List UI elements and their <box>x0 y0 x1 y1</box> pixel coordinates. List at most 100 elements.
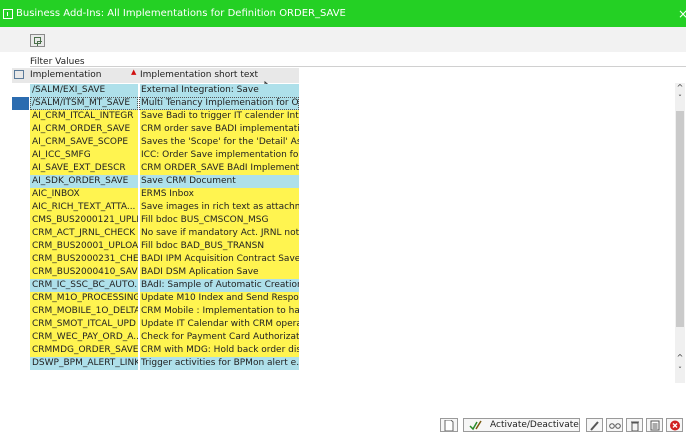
short-text-cell[interactable]: BADI IPM Acquisition Contract Save <box>139 253 299 266</box>
row-selector[interactable] <box>12 201 29 214</box>
short-text-cell[interactable]: Fill bdoc BUS_CMSCON_MSG <box>139 214 299 227</box>
scroll-page-up-icon[interactable]: ^ <box>675 353 685 362</box>
row-selector[interactable] <box>12 240 29 253</box>
short-text-cell[interactable]: Fill bdoc BAD_BUS_TRANSN <box>139 240 299 253</box>
short-text-cell[interactable]: Multi Tenancy Implemenation for Ord... <box>139 97 299 110</box>
implementation-cell[interactable]: CRM_BUS20001_UPLOAD <box>30 240 138 253</box>
table-row[interactable]: AIC_RICH_TEXT_ATTA... Save images in rich… <box>12 201 299 214</box>
row-selector[interactable] <box>12 331 29 344</box>
row-selector[interactable] <box>12 123 29 136</box>
scroll-down-icon[interactable]: ˇ <box>675 94 685 103</box>
implementation-cell[interactable]: AI_CRM_ITCAL_INTEGR <box>30 110 138 123</box>
row-selector[interactable] <box>12 227 29 240</box>
table-row[interactable]: AI_SDK_ORDER_SAVE Save CRM Document <box>12 175 299 188</box>
row-selector[interactable] <box>12 97 29 110</box>
table-row[interactable]: CMS_BUS2000121_UPLD Fill bdoc BUS_CMSCON_… <box>12 214 299 227</box>
table-row[interactable]: CRM_BUS20001_UPLOAD Fill bdoc BAD_BUS_TRA… <box>12 240 299 253</box>
table-row[interactable]: AI_CRM_ITCAL_INTEGR Save Badi to trigger … <box>12 110 299 123</box>
implementation-cell[interactable]: CRM_BUS2000231_CHE... <box>30 253 138 266</box>
short-text-cell[interactable]: ERMS Inbox <box>139 188 299 201</box>
table-row[interactable]: CRM_IC_SSC_BC_AUTO... BAdI: Sample of Aut… <box>12 279 299 292</box>
row-selector[interactable] <box>12 292 29 305</box>
filter-settings-button[interactable] <box>30 34 45 47</box>
short-text-cell[interactable]: Save images in rich text as attachme... <box>139 201 299 214</box>
table-row[interactable]: DSWP_BPM_ALERT_LINK Trigger activities fo… <box>12 357 299 370</box>
implementation-cell[interactable]: CMS_BUS2000121_UPLD <box>30 214 138 227</box>
table-row[interactable]: CRM_M1O_PROCESSING Update M10 Index and S… <box>12 292 299 305</box>
row-selector[interactable] <box>12 188 29 201</box>
short-text-cell[interactable]: CRM with MDG: Hold back order distri... <box>139 344 299 357</box>
implementation-cell[interactable]: CRM_WEC_PAY_ORD_A... <box>30 331 138 344</box>
scroll-page-down-icon[interactable]: ˇ <box>675 366 685 375</box>
table-row[interactable]: AI_CRM_SAVE_SCOPE Saves the 'Scope' for t… <box>12 136 299 149</box>
row-selector[interactable] <box>12 266 29 279</box>
row-selector[interactable] <box>12 305 29 318</box>
table-row[interactable]: CRM_ACT_JRNL_CHECK No save if mandatory A… <box>12 227 299 240</box>
row-selector[interactable] <box>12 162 29 175</box>
short-text-cell[interactable]: Save Badi to trigger IT calender Inte... <box>139 110 299 123</box>
row-selector[interactable] <box>12 344 29 357</box>
table-row[interactable]: CRMMDG_ORDER_SAVE CRM with MDG: Hold back… <box>12 344 299 357</box>
row-selector[interactable] <box>12 149 29 162</box>
row-selector[interactable] <box>12 136 29 149</box>
select-all-icon[interactable] <box>12 68 29 83</box>
scroll-up-icon[interactable]: ^ <box>675 83 685 92</box>
implementation-cell[interactable]: AI_SDK_ORDER_SAVE <box>30 175 138 188</box>
implementation-cell[interactable]: AI_SAVE_EXT_DESCR <box>30 162 138 175</box>
implementation-cell[interactable]: /SALM/ITSM_MT_SAVE <box>30 97 138 110</box>
row-selector[interactable] <box>12 84 29 97</box>
short-text-cell[interactable]: No save if mandatory Act. JRNL not fi... <box>139 227 299 240</box>
activate-deactivate-button[interactable]: Activate/Deactivate <box>463 418 580 432</box>
table-row[interactable]: CRM_BUS2000231_CHE... BADI IPM Acquisitio… <box>12 253 299 266</box>
short-text-cell[interactable]: External Integration: Save <box>139 84 299 97</box>
short-text-cell[interactable]: CRM ORDER_SAVE BAdI Implementa... <box>139 162 299 175</box>
table-row[interactable]: AIC_INBOX ERMS Inbox <box>12 188 299 201</box>
scrollbar-thumb[interactable] <box>676 111 684 327</box>
row-selector[interactable] <box>12 175 29 188</box>
implementation-cell[interactable]: CRM_IC_SSC_BC_AUTO... <box>30 279 138 292</box>
short-text-cell[interactable]: Update IT Calendar with CRM operati... <box>139 318 299 331</box>
overview-button[interactable] <box>646 418 663 432</box>
row-selector[interactable] <box>12 214 29 227</box>
column-header-implementation[interactable]: Implementation <box>30 70 101 80</box>
implementation-cell[interactable]: DSWP_BPM_ALERT_LINK <box>30 357 138 370</box>
row-selector[interactable] <box>12 110 29 123</box>
column-header-short-text[interactable]: Implementation short text <box>140 70 258 80</box>
close-icon[interactable]: × <box>678 7 686 21</box>
table-row[interactable]: CRM_WEC_PAY_ORD_A... Check for Payment Ca… <box>12 331 299 344</box>
cancel-button[interactable] <box>666 418 683 432</box>
row-selector[interactable] <box>12 318 29 331</box>
short-text-cell[interactable]: CRM order save BADI implementation... <box>139 123 299 136</box>
row-selector[interactable] <box>12 253 29 266</box>
implementation-cell[interactable]: CRM_ACT_JRNL_CHECK <box>30 227 138 240</box>
table-row[interactable]: /SALM/ITSM_MT_SAVE Multi Tenancy Implemen… <box>12 97 299 110</box>
implementation-cell[interactable]: AIC_INBOX <box>30 188 138 201</box>
short-text-cell[interactable]: BAdI: Sample of Automatic Creation ... <box>139 279 299 292</box>
implementation-cell[interactable]: AI_CRM_ORDER_SAVE <box>30 123 138 136</box>
short-text-cell[interactable]: Saves the 'Scope' for the 'Detail' Ass..… <box>139 136 299 149</box>
implementation-cell[interactable]: CRM_BUS2000410_SAVE <box>30 266 138 279</box>
table-row[interactable]: CRM_MOBILE_1O_DELTA CRM Mobile : Implemen… <box>12 305 299 318</box>
short-text-cell[interactable]: Save CRM Document <box>139 175 299 188</box>
short-text-cell[interactable]: BADI DSM Aplication Save <box>139 266 299 279</box>
vertical-scrollbar[interactable]: ^ ˇ ^ ˇ <box>675 83 685 383</box>
table-row[interactable]: CRM_BUS2000410_SAVE BADI DSM Aplication S… <box>12 266 299 279</box>
short-text-cell[interactable]: Check for Payment Card Authorizatio... <box>139 331 299 344</box>
short-text-cell[interactable]: CRM Mobile : Implementation to han... <box>139 305 299 318</box>
implementation-cell[interactable]: AI_CRM_SAVE_SCOPE <box>30 136 138 149</box>
edit-button[interactable] <box>586 418 603 432</box>
short-text-cell[interactable]: Trigger activities for BPMon alert e.g..… <box>139 357 299 370</box>
row-selector[interactable] <box>12 279 29 292</box>
table-row[interactable]: CRM_SMOT_ITCAL_UPD Update IT Calendar wit… <box>12 318 299 331</box>
row-selector[interactable] <box>12 357 29 370</box>
implementation-cell[interactable]: CRM_SMOT_ITCAL_UPD <box>30 318 138 331</box>
implementation-cell[interactable]: AI_ICC_SMFG <box>30 149 138 162</box>
implementation-cell[interactable]: CRM_M1O_PROCESSING <box>30 292 138 305</box>
implementation-cell[interactable]: /SALM/EXI_SAVE <box>30 84 138 97</box>
implementation-cell[interactable]: AIC_RICH_TEXT_ATTA... <box>30 201 138 214</box>
implementation-cell[interactable]: CRMMDG_ORDER_SAVE <box>30 344 138 357</box>
implementation-cell[interactable]: CRM_MOBILE_1O_DELTA <box>30 305 138 318</box>
short-text-cell[interactable]: Update M10 Index and Send Respon... <box>139 292 299 305</box>
delete-button[interactable] <box>626 418 643 432</box>
short-text-cell[interactable]: ICC: Order Save implementation for F... <box>139 149 299 162</box>
